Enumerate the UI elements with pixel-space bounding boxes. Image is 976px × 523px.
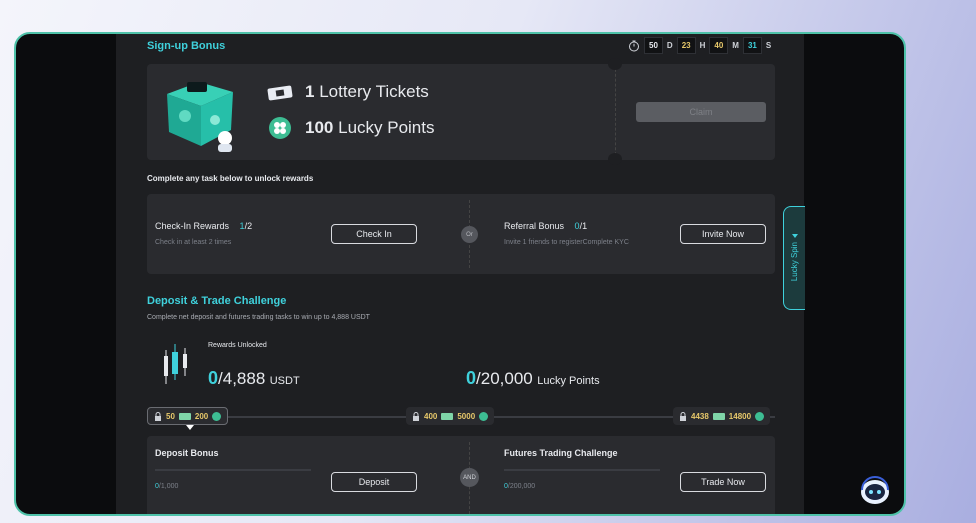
- milestone-3-points: 14800: [728, 411, 752, 421]
- clover-coin-icon: [269, 117, 291, 139]
- deposit-progress: 0/1,000: [155, 483, 178, 490]
- deposit-trade-subtitle: Complete net deposit and futures trading…: [147, 314, 370, 321]
- lock-icon: [680, 411, 686, 421]
- usdt-progress: 0/4,888 USDT: [208, 368, 300, 389]
- trade-now-button[interactable]: Trade Now: [680, 472, 766, 492]
- milestone-1-points: 200: [194, 411, 209, 421]
- lucky-points-label: Lucky Points: [338, 118, 435, 137]
- app-window: Sign-up Bonus 50 D 23 H 40 M 31 S 1 Lott…: [14, 32, 906, 516]
- candlestick-icon: [164, 344, 187, 384]
- main-panel: Sign-up Bonus 50 D 23 H 40 M 31 S 1 Lott…: [116, 34, 804, 514]
- usdt-current: 0: [208, 368, 219, 388]
- check-in-button[interactable]: Check In: [331, 224, 417, 244]
- invite-now-button[interactable]: Invite Now: [680, 224, 766, 244]
- referral-progress: 0/1: [575, 221, 588, 231]
- timer-hours: 23: [676, 37, 696, 54]
- deposit-button[interactable]: Deposit: [331, 472, 417, 492]
- checkin-task: Check-In Rewards 1/2: [155, 221, 252, 231]
- timer-seconds-unit: S: [765, 41, 772, 50]
- milestone-3[interactable]: 4438 14800: [673, 407, 771, 425]
- futures-progress-bar: [504, 469, 660, 471]
- stopwatch-icon: [629, 40, 639, 51]
- timer-seconds: 31: [742, 37, 762, 54]
- milestone-2[interactable]: 400 5000: [406, 407, 495, 425]
- tasks-intro: Complete any task below to unlock reward…: [147, 174, 314, 183]
- tasks-card: Check-In Rewards 1/2 Check in at least 2…: [147, 194, 775, 274]
- mystery-box-icon: [167, 82, 233, 152]
- points-total: /20,000: [476, 369, 533, 388]
- lucky-points-reward: 100 Lucky Points: [305, 118, 435, 138]
- timer-hours-unit: H: [699, 41, 706, 50]
- deposit-trade-title: Deposit & Trade Challenge: [147, 295, 287, 307]
- milestone-1-usdt: 50: [166, 411, 175, 421]
- futures-progress: 0/200,000: [504, 483, 535, 490]
- support-bot-icon[interactable]: [858, 474, 892, 506]
- points-progress: 0/20,000 Lucky Points: [466, 368, 600, 389]
- lottery-label: Lottery Tickets: [319, 82, 429, 101]
- lottery-reward: 1 Lottery Tickets: [305, 82, 429, 102]
- lock-icon: [413, 411, 419, 421]
- referral-title: Referral Bonus: [504, 221, 565, 231]
- countdown-timer: 50 D 23 H 40 M 31 S: [628, 37, 771, 54]
- points-current: 0: [466, 368, 477, 388]
- deposit-progress-bar: [155, 469, 311, 471]
- lucky-points-amount: 100: [305, 118, 334, 137]
- timer-minutes: 40: [709, 37, 729, 54]
- clover-coin-icon: [479, 411, 489, 421]
- caret-down-icon: [791, 234, 798, 239]
- card-notch-bottom: [608, 153, 622, 165]
- milestone-3-usdt: 4438: [691, 411, 709, 421]
- timer-minutes-unit: M: [732, 41, 739, 50]
- milestone-2-points: 5000: [457, 411, 476, 421]
- challenge-card: Deposit Bonus 0/1,000 Deposit AND Future…: [147, 436, 775, 514]
- deposit-bonus-title: Deposit Bonus: [155, 448, 219, 458]
- futures-challenge-title: Futures Trading Challenge: [504, 448, 618, 458]
- card-notch-top: [608, 58, 622, 70]
- checkin-title: Check-In Rewards: [155, 221, 230, 231]
- ticket-icon: [712, 412, 725, 420]
- card-divider: [615, 64, 616, 160]
- checkin-total: /2: [244, 221, 253, 231]
- or-badge: Or: [461, 226, 478, 243]
- checkin-desc: Check in at least 2 times: [155, 239, 232, 246]
- rewards-unlocked-label: Rewards Unlocked: [208, 342, 267, 349]
- referral-task: Referral Bonus 0/1: [504, 221, 587, 231]
- futures-total: /200,000: [507, 483, 536, 490]
- lottery-amount: 1: [305, 82, 315, 101]
- usdt-unit: USDT: [269, 375, 300, 387]
- signup-reward-card: 1 Lottery Tickets 100 Lucky Points Claim: [147, 58, 775, 165]
- signup-title: Sign-up Bonus: [147, 40, 226, 52]
- clover-coin-icon: [212, 411, 222, 421]
- ticket-icon: [441, 412, 454, 420]
- ticket-icon: [178, 412, 191, 420]
- milestone-1[interactable]: 50 200: [147, 407, 229, 425]
- checkin-progress: 1/2: [240, 221, 253, 231]
- lottery-ticket-icon: [267, 85, 293, 101]
- timer-days-unit: D: [666, 41, 673, 50]
- timer-days: 50: [644, 37, 663, 54]
- and-badge: AND: [460, 468, 479, 487]
- milestone-2-usdt: 400: [424, 411, 438, 421]
- clover-coin-icon: [755, 411, 765, 421]
- lucky-spin-label: Lucky Spin: [790, 242, 799, 282]
- points-unit: Lucky Points: [537, 375, 600, 387]
- milestone-pointer: [186, 425, 194, 430]
- deposit-total: /1,000: [158, 483, 179, 490]
- lock-icon: [155, 411, 161, 421]
- usdt-total: /4,888: [218, 369, 266, 388]
- referral-desc: Invite 1 friends to registerComplete KYC: [504, 239, 629, 246]
- referral-total: /1: [579, 221, 588, 231]
- lucky-spin-tab[interactable]: Lucky Spin: [783, 206, 805, 310]
- claim-button[interactable]: Claim: [636, 102, 766, 122]
